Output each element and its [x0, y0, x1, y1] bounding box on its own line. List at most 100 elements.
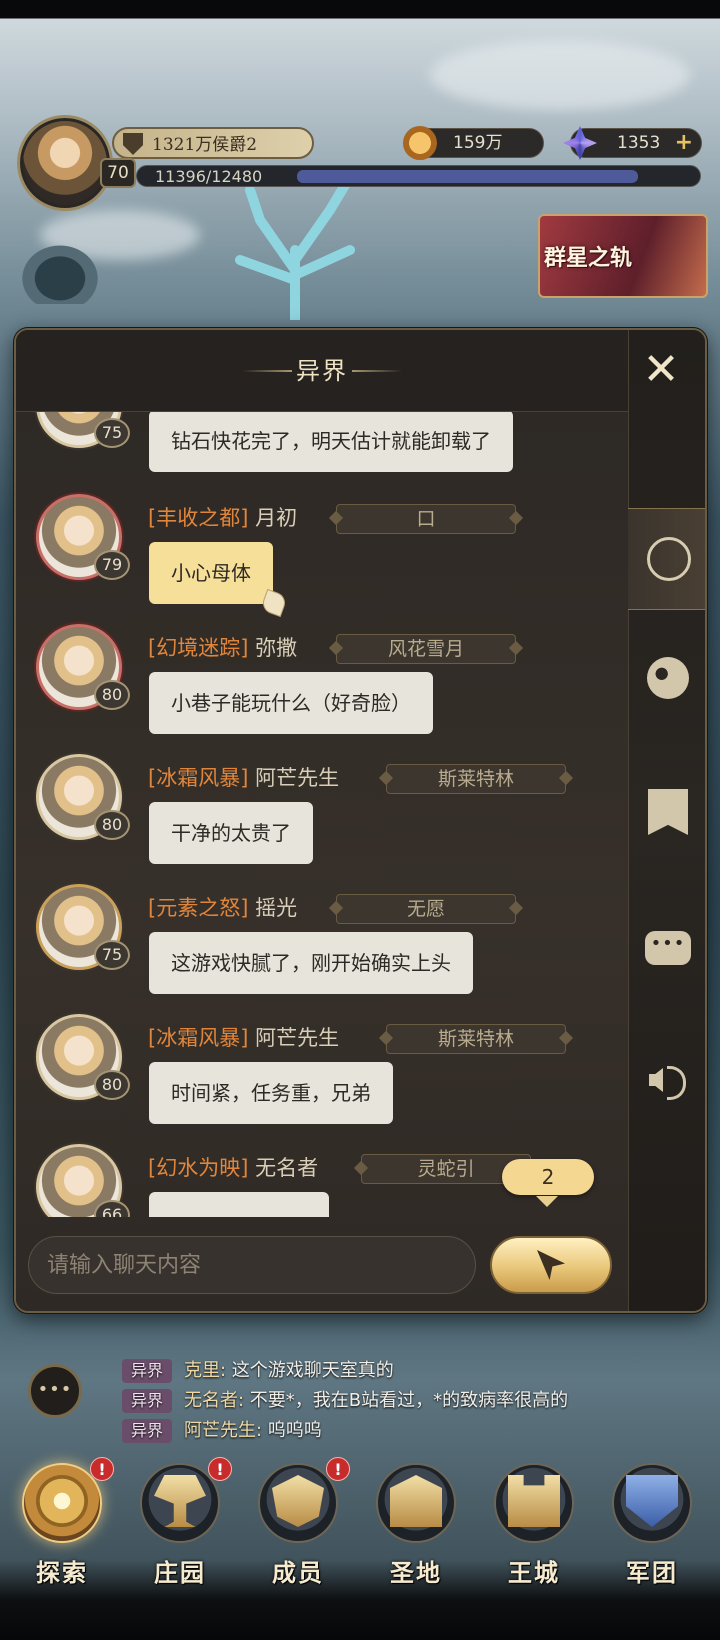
speaker-icon: [647, 1060, 689, 1100]
ticker-message[interactable]: 异界 无名者: 不要*，我在B站看过，*的致病率很高的: [122, 1386, 569, 1413]
ticker-text: 不要*，我在B站看过，*的致病率很高的: [244, 1390, 569, 1411]
ticker-text: 这个游戏聊天室真的: [226, 1360, 394, 1381]
tab-guild-channel[interactable]: [634, 778, 702, 846]
send-arrow-icon: [537, 1250, 565, 1280]
nav-label: 探索: [36, 1559, 88, 1587]
sender-name: 弥撒: [255, 636, 298, 660]
sender-guild: [元素之怒]: [148, 896, 249, 920]
nav-holy-land[interactable]: 圣地: [360, 1445, 472, 1595]
bottom-nav: ! 探索! 庄园 ! 成员 圣地 王城 军团: [0, 1445, 720, 1600]
chat-message: 80 [幻境迷踪] 弥撒 风花雪月小巷子能玩什么（好奇脸）: [16, 624, 628, 754]
player-avatar[interactable]: [20, 118, 110, 208]
ticker-message[interactable]: 异界 克里: 这个游戏聊天室真的: [122, 1356, 394, 1383]
message-bubble[interactable]: 小心母体: [149, 542, 289, 618]
sender-level: 75: [94, 940, 130, 970]
send-button[interactable]: [490, 1236, 612, 1294]
compass-icon: [36, 1475, 88, 1527]
sender-level: 80: [94, 810, 130, 840]
sender-level: 66: [94, 1200, 130, 1217]
nav-label: 成员: [272, 1559, 324, 1587]
sender-name-line[interactable]: [丰收之都] 月初: [148, 502, 297, 532]
tab-world-channel[interactable]: [628, 508, 705, 610]
scroll-down-arrow-icon[interactable]: [536, 1196, 558, 1207]
message-list[interactable]: 75 钻石快花完了，明天估计就能卸载了 79 [丰收之都] 月初 口小心母体 80 [幻境迷…: [16, 412, 628, 1217]
tab-private-channel[interactable]: [634, 914, 702, 982]
tab-system-channel[interactable]: [634, 1046, 702, 1114]
nav-label: 庄园: [154, 1559, 206, 1587]
gem-counter[interactable]: 1353 +: [563, 126, 702, 160]
sender-title-tag: 斯莱特林: [386, 1024, 566, 1054]
gold-amount: 159万: [453, 133, 503, 153]
chat-expand-button[interactable]: •••: [28, 1364, 82, 1418]
shield-icon: [123, 133, 143, 155]
nav-explore[interactable]: ! 探索: [6, 1445, 118, 1595]
sender-guild: [丰收之都]: [148, 506, 249, 530]
tab-global-channel[interactable]: [634, 644, 702, 712]
chat-input[interactable]: [29, 1237, 475, 1293]
ticker-channel-tag: 异界: [122, 1389, 172, 1413]
sender-name-line[interactable]: [元素之怒] 摇光: [148, 892, 297, 922]
sender-guild: [冰霜风暴]: [148, 766, 249, 790]
gold-coin-icon: [403, 126, 437, 160]
new-message-count-badge[interactable]: 2: [502, 1159, 594, 1195]
exp-bar-fill: [297, 170, 638, 183]
sender-level: 80: [94, 1070, 130, 1100]
sender-title-tag: 斯莱特林: [386, 764, 566, 794]
exp-bar: 11396/12480: [136, 165, 701, 187]
title-ornament: [352, 370, 402, 372]
alert-badge: !: [90, 1457, 114, 1481]
ticker-sender: 克里:: [184, 1360, 227, 1381]
message-bubble[interactable]: [149, 1192, 329, 1217]
nav-label: 军团: [626, 1559, 678, 1587]
chat-message: 75 [元素之怒] 摇光 无愿 这游戏快腻了，刚开始确实上头: [16, 884, 628, 1014]
message-bubble[interactable]: 时间紧，任务重，兄弟: [149, 1062, 393, 1124]
sender-level: 79: [94, 550, 130, 580]
player-level: 70: [100, 158, 136, 188]
sender-name-line[interactable]: [冰霜风暴] 阿芒先生: [148, 1022, 339, 1052]
left-emblem-icon[interactable]: [16, 240, 104, 304]
message-bubble[interactable]: 这游戏快腻了，刚开始确实上头: [149, 932, 473, 994]
world-chat-icon: [646, 537, 691, 581]
player-rank-text: 1321万侯爵2: [152, 135, 258, 155]
ticker-message[interactable]: 异界 阿芒先生: 呜呜呜: [122, 1416, 322, 1443]
sender-name: 无名者: [255, 1156, 319, 1180]
message-bubble[interactable]: 干净的太贵了: [149, 802, 313, 864]
message-bubble[interactable]: 小巷子能玩什么（好奇脸）: [149, 672, 433, 734]
chat-message: 80 [冰霜风暴] 阿芒先生 斯莱特林时间紧，任务重，兄弟: [16, 1014, 628, 1144]
chat-message: 75 钻石快花完了，明天估计就能卸载了: [16, 412, 628, 492]
chat-panel: 异界 ✕ 75钻石快花完了，明天估计就能卸载了79[丰收之都] 月初口小心母体8…: [14, 328, 707, 1313]
sender-name: 阿芒先生: [255, 766, 340, 790]
nav-label: 圣地: [390, 1559, 442, 1587]
close-button[interactable]: ✕: [636, 346, 686, 396]
sender-title-tag: 风花雪月: [336, 634, 516, 664]
globe-icon: [647, 657, 689, 699]
sender-guild: [幻水为映]: [148, 1156, 249, 1180]
chat-input-wrapper[interactable]: [28, 1236, 476, 1294]
sender-guild: [幻境迷踪]: [148, 636, 249, 660]
sender-title-tag: 口: [336, 504, 516, 534]
exp-text: 11396/12480: [155, 167, 263, 186]
sender-guild: [冰霜风暴]: [148, 1026, 249, 1050]
sender-name-line[interactable]: [幻水为映] 无名者: [148, 1152, 318, 1182]
leaf-icon: [259, 588, 289, 618]
ticker-text: 呜呜呜: [262, 1420, 322, 1441]
nav-manor[interactable]: ! 庄园: [124, 1445, 236, 1595]
nav-members[interactable]: ! 成员: [242, 1445, 354, 1595]
chat-channel-title: 异界: [296, 357, 348, 385]
player-rank-badge[interactable]: 1321万侯爵2: [112, 127, 314, 159]
message-bubble[interactable]: 钻石快花完了，明天估计就能卸载了: [149, 412, 513, 472]
sender-name-line[interactable]: [冰霜风暴] 阿芒先生: [148, 762, 339, 792]
background-cloud: [430, 40, 690, 110]
sender-name-line[interactable]: [幻境迷踪] 弥撒: [148, 632, 297, 662]
ticker-sender: 无名者:: [184, 1390, 245, 1411]
sender-level: 80: [94, 680, 130, 710]
ticker-channel-tag: 异界: [122, 1359, 172, 1383]
sender-name: 月初: [255, 506, 298, 530]
nav-legion[interactable]: 军团: [596, 1445, 708, 1595]
event-banner[interactable]: 群星之轨: [538, 214, 708, 298]
nav-royal-city[interactable]: 王城: [478, 1445, 590, 1595]
alert-badge: !: [208, 1457, 232, 1481]
gold-counter[interactable]: 159万: [403, 126, 544, 160]
add-gems-button[interactable]: +: [675, 129, 693, 157]
chat-message: 80 [冰霜风暴] 阿芒先生 斯莱特林干净的太贵了: [16, 754, 628, 884]
